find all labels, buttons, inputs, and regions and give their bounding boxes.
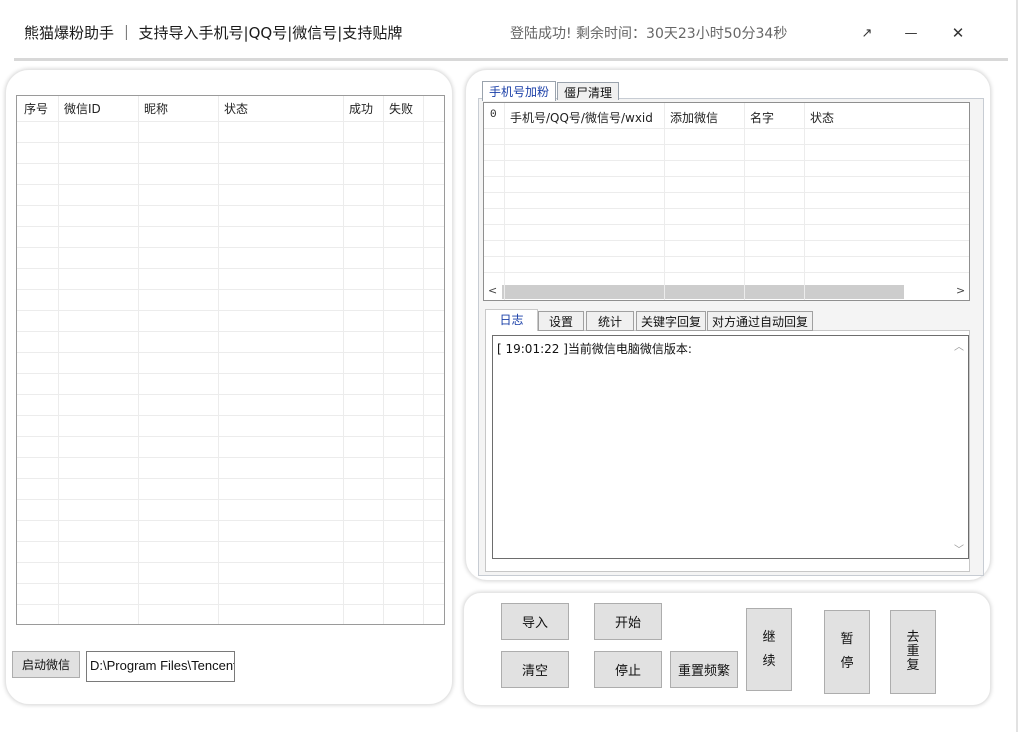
app-title: 熊猫爆粉助手 ｜ 支持导入手机号|QQ号|微信号|支持贴牌 [24,24,403,42]
grid-row-line [17,394,444,395]
column-header-no[interactable]: 0 [490,109,497,121]
grid-row-line [17,457,444,458]
account-list[interactable]: 序号 微信ID 昵称 状态 成功 失败 [16,95,445,625]
grid-row-line [484,256,969,257]
tab-phone-add[interactable]: 手机号加粉 [482,81,557,101]
grid-column-line [423,96,424,624]
continue-label-1: 继 [762,629,776,645]
tab-keyword-reply[interactable]: 关键字回复 [636,311,706,331]
clear-button[interactable]: 清空 [501,651,569,688]
title-bar: 熊猫爆粉助手 ｜ 支持导入手机号|QQ号|微信号|支持贴牌 登陆成功! 剩余时间… [0,0,1022,60]
window-edge [1016,0,1018,732]
grid-column-line [343,96,344,624]
tab-statistics[interactable]: 统计 [586,311,634,331]
pause-label-1: 暂 [840,632,854,647]
column-header-add-wechat[interactable]: 添加微信 [670,109,718,126]
minimize-icon[interactable]: — [896,18,926,48]
tab-settings[interactable]: 设置 [538,311,584,331]
grid-row-line [17,478,444,479]
grid-row-line [17,331,444,332]
grid-row-line [17,205,444,206]
grid-row-line [17,499,444,500]
dedupe-button[interactable]: 去 重 复 [890,610,936,694]
grid-row-line [484,144,969,145]
column-header-nickname[interactable]: 昵称 [144,100,168,117]
grid-column-line [218,96,219,624]
pause-label-2: 停 [840,656,854,671]
tab-log[interactable]: 日志 [485,309,538,331]
restore-icon[interactable]: ↗ [852,18,882,48]
grid-column-line [804,103,805,300]
grid-column-line [744,103,745,300]
grid-row-line [17,352,444,353]
grid-row-line [17,289,444,290]
grid-row-line [484,176,969,177]
grid-row-line [17,604,444,605]
grid-row-line [484,224,969,225]
dedupe-label-3: 复 [906,658,920,673]
continue-label-2: 续 [762,653,776,669]
grid-row-line [17,436,444,437]
column-header-index[interactable]: 序号 [24,100,48,117]
scroll-up-icon[interactable]: ︿ [954,338,964,353]
grid-row-line [17,226,444,227]
grid-row-line [484,160,969,161]
grid-row-line [17,583,444,584]
grid-row-line [484,192,969,193]
column-header-status[interactable]: 状态 [224,100,248,117]
grid-column-line [664,103,665,300]
reset-frequency-button[interactable]: 重置频繁 [670,651,738,688]
log-line: [ 19:01:22 ]当前微信电脑微信版本: [497,342,692,356]
scroll-left-icon[interactable]: < [488,284,497,297]
column-header-fail[interactable]: 失败 [389,100,413,117]
scroll-down-icon[interactable]: ﹀ [954,541,964,556]
horizontal-scrollbar-thumb[interactable] [502,285,904,299]
dedupe-label-1: 去 [906,630,920,645]
grid-row-line [484,272,969,273]
grid-row-line [17,163,444,164]
grid-row-line [484,128,969,129]
grid-row-line [17,247,444,248]
phone-list-header: 0 手机号/QQ号/微信号/wxid 添加微信 名字 状态 [484,103,969,125]
column-header-phone[interactable]: 手机号/QQ号/微信号/wxid [510,109,653,126]
scroll-right-icon[interactable]: > [956,284,965,297]
grid-column-line [504,103,505,300]
column-header-name[interactable]: 名字 [750,109,774,126]
start-wechat-button[interactable]: 启动微信 [12,651,80,678]
column-header-phone-status[interactable]: 状态 [810,109,834,126]
grid-column-line [383,96,384,624]
grid-row-line [17,268,444,269]
log-textarea[interactable]: [ 19:01:22 ]当前微信电脑微信版本: ︿ ﹀ [492,335,969,559]
grid-row-line [17,310,444,311]
stop-button[interactable]: 停止 [594,651,662,688]
pause-button[interactable]: 暂 停 [824,610,870,694]
tab-auto-reply-on-accept[interactable]: 对方通过自动回复 [707,311,813,331]
grid-row-line [17,520,444,521]
wechat-path-input[interactable]: D:\Program Files\Tencent [86,651,235,682]
title-divider [14,58,1008,61]
grid-column-line [138,96,139,624]
grid-row-line [17,142,444,143]
grid-column-line [58,96,59,624]
grid-row-line [484,208,969,209]
phone-list[interactable]: 0 手机号/QQ号/微信号/wxid 添加微信 名字 状态 < > [483,102,970,301]
grid-row-line [17,415,444,416]
start-button[interactable]: 开始 [594,603,662,640]
login-status-text: 登陆成功! 剩余时间：30天23小时50分34秒 [510,26,788,42]
account-list-header: 序号 微信ID 昵称 状态 成功 失败 [17,96,444,118]
import-button[interactable]: 导入 [501,603,569,640]
grid-row-line [484,240,969,241]
continue-button[interactable]: 继 续 [746,608,792,691]
close-icon[interactable]: ✕ [943,18,973,48]
grid-row-line [17,121,444,122]
tab-zombie-clean[interactable]: 僵尸清理 [557,82,620,100]
column-header-success[interactable]: 成功 [349,100,373,117]
grid-row-line [17,562,444,563]
grid-row-line [17,541,444,542]
grid-row-line [17,184,444,185]
dedupe-label-2: 重 [906,644,920,659]
grid-row-line [17,373,444,374]
column-header-wxid[interactable]: 微信ID [64,100,101,117]
